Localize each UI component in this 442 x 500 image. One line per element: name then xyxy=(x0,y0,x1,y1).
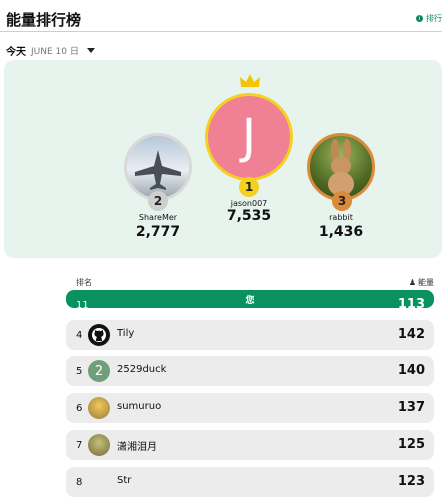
ranking-info-label: 排行 xyxy=(426,14,442,23)
rank-badge-second: 2 xyxy=(148,191,168,211)
my-label: 您 xyxy=(245,296,255,306)
podium-name-second: ShareMer xyxy=(138,213,178,222)
crown-icon xyxy=(240,74,260,87)
chevron-down-icon xyxy=(86,48,95,53)
podium-score-second: 2,777 xyxy=(135,224,181,240)
podium-name-third: rabbit xyxy=(329,213,353,222)
avatar xyxy=(88,434,110,456)
user-name: 2529duck xyxy=(117,364,167,375)
list-item[interactable]: 6 sumuruo 137 xyxy=(66,393,434,423)
user-name: sumuruo xyxy=(117,401,162,412)
my-score: 113 xyxy=(397,297,425,312)
user-score: 123 xyxy=(397,474,425,489)
user-score: 137 xyxy=(397,400,425,415)
rank-number: 6 xyxy=(76,403,83,414)
rank-number: 8 xyxy=(76,477,83,488)
avatar xyxy=(88,397,110,419)
avatar-first-place[interactable]: J xyxy=(205,93,293,181)
github-avatar-icon xyxy=(88,324,110,346)
energy-column-header: ♟ 能量 xyxy=(409,277,434,288)
jet-image-icon xyxy=(135,150,181,190)
user-score: 140 xyxy=(397,363,425,378)
ranking-info-link[interactable]: i 排行 xyxy=(416,13,442,24)
list-item[interactable]: 7 潇湘泪月 125 xyxy=(66,430,434,460)
list-item[interactable]: 5 2 2529duck 140 xyxy=(66,356,434,386)
user-score: 125 xyxy=(397,437,425,452)
user-score: 142 xyxy=(397,327,425,342)
rank-number: 5 xyxy=(76,366,83,377)
energy-column-label: 能量 xyxy=(418,278,434,287)
podium-name-first: jason007 xyxy=(230,199,268,208)
rank-number: 4 xyxy=(76,330,83,341)
user-name: 潇湘泪月 xyxy=(117,442,157,453)
date-label: JUNE 10 日 xyxy=(31,47,79,57)
user-name: Str xyxy=(117,475,132,486)
page-title: 能量排行榜 xyxy=(6,11,82,29)
rank-badge-third: 3 xyxy=(332,191,352,211)
podium-score-third: 1,436 xyxy=(318,224,364,240)
header-bar: 能量排行榜 i 排行 xyxy=(0,0,442,32)
info-icon: i xyxy=(416,15,423,22)
today-label: 今天 xyxy=(6,47,26,58)
user-name: Tily xyxy=(117,328,135,339)
energy-icon: ♟ xyxy=(408,278,416,287)
podium-score-first: 7,535 xyxy=(226,208,272,224)
rank-badge-first: 1 xyxy=(239,177,259,197)
rabbit-image-icon xyxy=(328,139,354,196)
rank-column-header: 排名 xyxy=(76,278,92,287)
date-selector[interactable]: 今天 JUNE 10 日 xyxy=(6,43,95,58)
list-item[interactable]: 4 Tily 142 xyxy=(66,320,434,350)
my-rank-row[interactable]: 11 您 113 xyxy=(66,290,434,312)
rank-number: 7 xyxy=(76,440,83,451)
avatar: 2 xyxy=(88,360,110,382)
list-item[interactable]: 8 Str 123 xyxy=(66,467,434,497)
